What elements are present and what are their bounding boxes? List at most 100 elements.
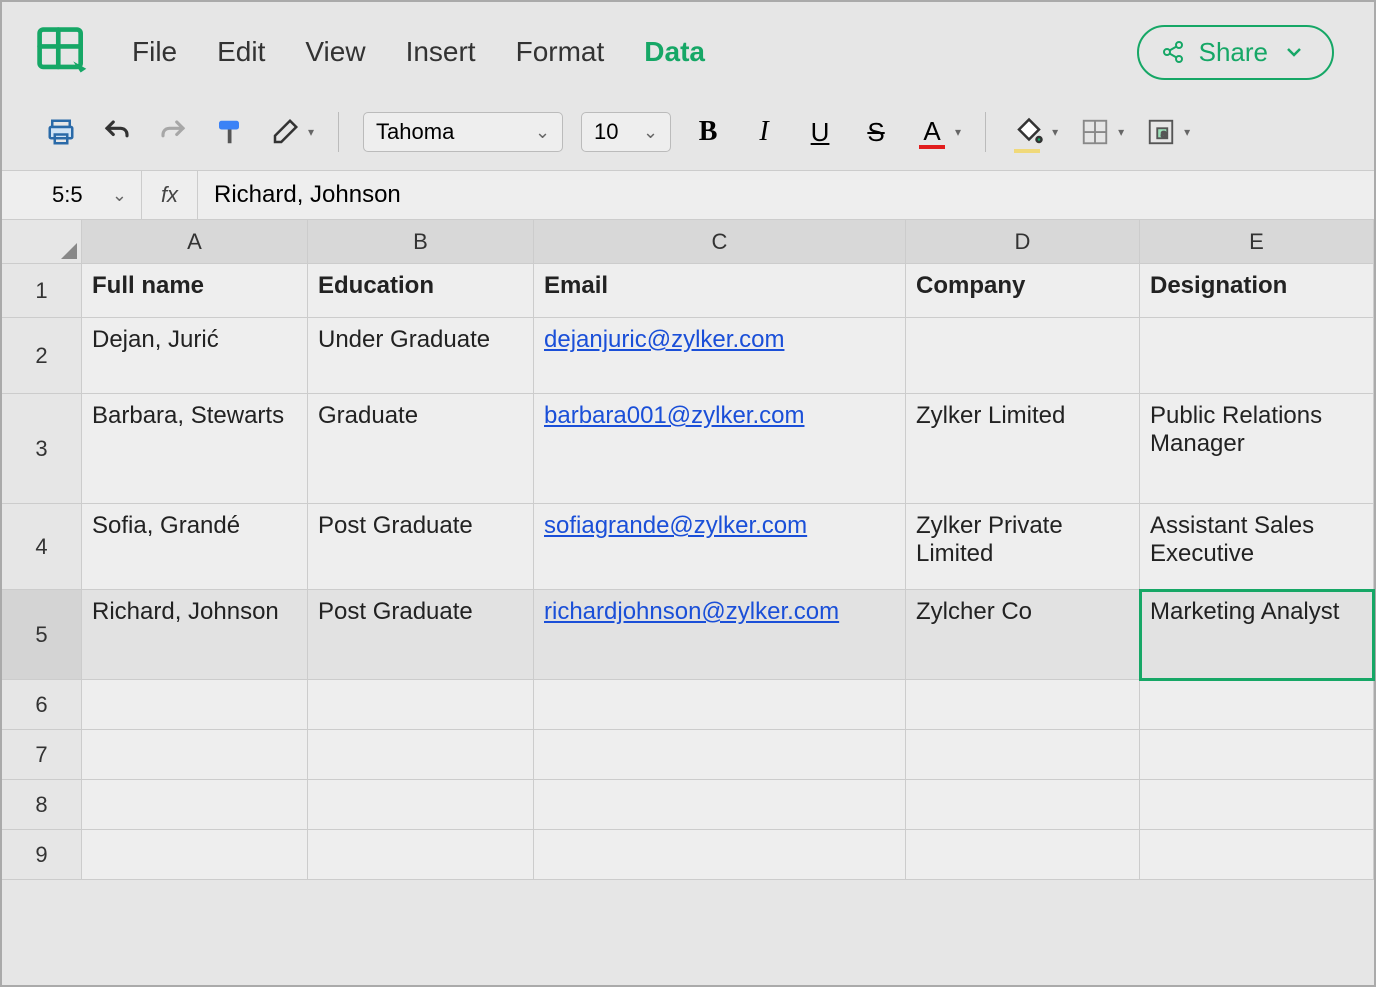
cell-D2[interactable] — [906, 318, 1140, 394]
cell-A2[interactable]: Dejan, Jurić — [82, 318, 308, 394]
cell-E1[interactable]: Designation — [1140, 264, 1374, 318]
row-header-8[interactable]: 8 — [2, 780, 82, 830]
cell-A1[interactable]: Full name — [82, 264, 308, 318]
menu-view[interactable]: View — [305, 36, 365, 68]
underline-icon[interactable]: U — [801, 113, 839, 151]
cell-D1[interactable]: Company — [906, 264, 1140, 318]
select-all-corner[interactable] — [2, 220, 82, 264]
email-link[interactable]: barbara001@zylker.com — [544, 402, 804, 430]
cell-style-icon: a — [1142, 113, 1180, 151]
col-header-E[interactable]: E — [1140, 220, 1374, 264]
bold-icon[interactable]: B — [689, 113, 727, 151]
italic-icon[interactable]: I — [745, 113, 783, 151]
cell-D8[interactable] — [906, 780, 1140, 830]
cell-A8[interactable] — [82, 780, 308, 830]
menu-edit[interactable]: Edit — [217, 36, 265, 68]
cell-E4[interactable]: Assistant Sales Executive — [1140, 504, 1374, 590]
cell-B3[interactable]: Graduate — [308, 394, 534, 504]
menu-bar: File Edit View Insert Format Data Share — [2, 2, 1374, 102]
menu-file[interactable]: File — [132, 36, 177, 68]
font-color-icon: A — [913, 113, 951, 151]
undo-icon[interactable] — [98, 113, 136, 151]
menu-insert[interactable]: Insert — [406, 36, 476, 68]
col-header-D[interactable]: D — [906, 220, 1140, 264]
table-row: 6 — [2, 680, 1374, 730]
cell-D6[interactable] — [906, 680, 1140, 730]
fx-label[interactable]: fx — [142, 171, 198, 219]
cell-E5[interactable]: Marketing Analyst — [1140, 590, 1374, 680]
cell-B6[interactable] — [308, 680, 534, 730]
col-header-C[interactable]: C — [534, 220, 906, 264]
chevron-down-icon — [1282, 40, 1306, 64]
cell-E8[interactable] — [1140, 780, 1374, 830]
cell-C6[interactable] — [534, 680, 906, 730]
cell-A7[interactable] — [82, 730, 308, 780]
cell-C7[interactable] — [534, 730, 906, 780]
cell-A3[interactable]: Barbara, Stewarts — [82, 394, 308, 504]
formula-bar: 5:5 ⌄ fx — [2, 170, 1374, 220]
row-header-7[interactable]: 7 — [2, 730, 82, 780]
cell-E7[interactable] — [1140, 730, 1374, 780]
print-icon[interactable] — [42, 113, 80, 151]
cell-C5[interactable]: richardjohnson@zylker.com — [534, 590, 906, 680]
cell-A5[interactable]: Richard, Johnson — [82, 590, 308, 680]
menu-data[interactable]: Data — [644, 36, 705, 68]
cell-B7[interactable] — [308, 730, 534, 780]
cell-C8[interactable] — [534, 780, 906, 830]
separator — [338, 112, 339, 152]
font-size-select[interactable]: 10 ⌄ — [581, 112, 671, 152]
cell-E9[interactable] — [1140, 830, 1374, 880]
cell-style-button[interactable]: a ▾ — [1142, 113, 1190, 151]
row-header-6[interactable]: 6 — [2, 680, 82, 730]
cell-B2[interactable]: Under Graduate — [308, 318, 534, 394]
cell-E3[interactable]: Public Relations Manager — [1140, 394, 1374, 504]
eraser-button[interactable]: ▾ — [266, 113, 314, 151]
cell-D7[interactable] — [906, 730, 1140, 780]
cell-D4[interactable]: Zylker Private Limited — [906, 504, 1140, 590]
email-link[interactable]: sofiagrande@zylker.com — [544, 512, 807, 540]
table-row: 3 Barbara, Stewarts Graduate barbara001@… — [2, 394, 1374, 504]
share-button[interactable]: Share — [1137, 25, 1334, 80]
fill-color-button[interactable]: ▾ — [1010, 113, 1058, 151]
cell-E2[interactable] — [1140, 318, 1374, 394]
borders-icon — [1076, 113, 1114, 151]
format-painter-icon[interactable] — [210, 113, 248, 151]
row-header-9[interactable]: 9 — [2, 830, 82, 880]
strikethrough-icon[interactable]: S — [857, 113, 895, 151]
font-color-button[interactable]: A ▾ — [913, 113, 961, 151]
formula-input[interactable] — [198, 171, 1374, 219]
row-header-3[interactable]: 3 — [2, 394, 82, 504]
col-header-B[interactable]: B — [308, 220, 534, 264]
cell-D3[interactable]: Zylker Limited — [906, 394, 1140, 504]
cell-A4[interactable]: Sofia, Grandé — [82, 504, 308, 590]
cell-A9[interactable] — [82, 830, 308, 880]
cell-B4[interactable]: Post Graduate — [308, 504, 534, 590]
name-box[interactable]: 5:5 ⌄ — [2, 171, 142, 219]
cell-B5[interactable]: Post Graduate — [308, 590, 534, 680]
cell-C9[interactable] — [534, 830, 906, 880]
col-header-A[interactable]: A — [82, 220, 308, 264]
cell-D9[interactable] — [906, 830, 1140, 880]
row-header-4[interactable]: 4 — [2, 504, 82, 590]
row-header-2[interactable]: 2 — [2, 318, 82, 394]
cell-B1[interactable]: Education — [308, 264, 534, 318]
row-header-5[interactable]: 5 — [2, 590, 82, 680]
borders-button[interactable]: ▾ — [1076, 113, 1124, 151]
cell-C3[interactable]: barbara001@zylker.com — [534, 394, 906, 504]
cell-C4[interactable]: sofiagrande@zylker.com — [534, 504, 906, 590]
row-header-1[interactable]: 1 — [2, 264, 82, 318]
menu-format[interactable]: Format — [516, 36, 605, 68]
email-link[interactable]: richardjohnson@zylker.com — [544, 598, 839, 626]
cell-C1[interactable]: Email — [534, 264, 906, 318]
cell-B9[interactable] — [308, 830, 534, 880]
share-icon — [1161, 40, 1185, 64]
cell-B8[interactable] — [308, 780, 534, 830]
table-row: 4 Sofia, Grandé Post Graduate sofiagrand… — [2, 504, 1374, 590]
cell-D5[interactable]: Zylcher Co — [906, 590, 1140, 680]
font-select[interactable]: Tahoma ⌄ — [363, 112, 563, 152]
chevron-down-icon: ▾ — [1118, 125, 1124, 139]
cell-C2[interactable]: dejanjuric@zylker.com — [534, 318, 906, 394]
cell-E6[interactable] — [1140, 680, 1374, 730]
email-link[interactable]: dejanjuric@zylker.com — [544, 326, 784, 354]
cell-A6[interactable] — [82, 680, 308, 730]
